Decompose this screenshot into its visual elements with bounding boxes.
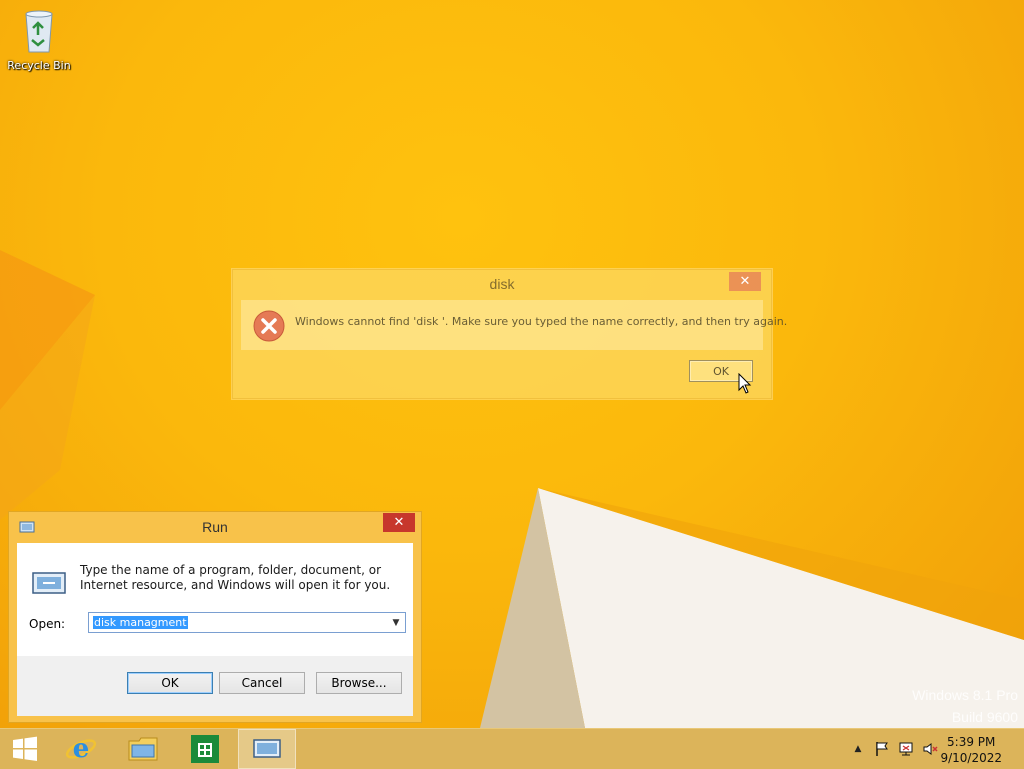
taskbar-file-explorer[interactable] <box>114 729 172 769</box>
action-center-button[interactable] <box>872 729 892 769</box>
cancel-button[interactable]: Cancel <box>219 672 305 694</box>
watermark-build: Build 9600 <box>951 709 1018 725</box>
network-button[interactable] <box>896 729 916 769</box>
run-dialog-content: Type the name of a program, folder, docu… <box>17 543 413 716</box>
start-button[interactable] <box>0 729 50 769</box>
ok-button[interactable]: OK <box>127 672 213 694</box>
error-dialog[interactable]: disk ✕ Windows cannot find 'disk '. Make… <box>232 269 787 399</box>
open-input-value[interactable]: disk managment <box>93 616 188 629</box>
error-dialog-title: disk <box>489 276 515 292</box>
run-dialog-footer: OK Cancel Browse... <box>17 656 413 716</box>
error-dialog-body: Windows cannot find 'disk '. Make sure y… <box>241 300 787 350</box>
taskbar-clock[interactable]: 5:39 PM 9/10/2022 <box>940 734 1002 766</box>
recycle-bin-icon <box>25 10 53 53</box>
run-dialog-title: Run <box>202 519 228 535</box>
network-icon <box>899 742 913 756</box>
chevron-down-icon[interactable]: ▼ <box>389 615 403 630</box>
svg-text:e: e <box>73 734 90 764</box>
run-icon <box>32 572 66 594</box>
clock-date: 9/10/2022 <box>940 751 1002 765</box>
flag-icon <box>876 742 888 756</box>
windows-watermark: Windows 8.1 Pro Build 9600 <box>912 684 1018 728</box>
show-hidden-icons-button[interactable]: ▲ <box>850 729 866 769</box>
taskbar-internet-explorer[interactable]: e <box>52 729 110 769</box>
desktop-icon-label: Recycle Bin <box>7 59 71 72</box>
mouse-cursor-icon <box>738 373 752 394</box>
chevron-up-icon: ▲ <box>854 744 862 754</box>
run-app-icon <box>253 739 281 758</box>
open-combobox[interactable]: disk managment ▼ <box>88 612 406 633</box>
run-dialog-close-button[interactable]: ✕ <box>383 513 415 532</box>
taskbar-store[interactable] <box>176 729 234 769</box>
desktop: Recycle Bin Windows 8.1 Pro Build 9600 d… <box>0 0 1024 728</box>
run-dialog[interactable]: Run ✕ Type the name of a program, folder… <box>8 511 422 723</box>
folder-icon <box>128 737 158 761</box>
desktop-icon-recycle-bin[interactable]: Recycle Bin <box>4 6 74 72</box>
taskbar-run[interactable] <box>238 729 296 769</box>
clock-time: 5:39 PM <box>947 735 996 749</box>
watermark-edition: Windows 8.1 Pro <box>912 687 1018 703</box>
browse-button[interactable]: Browse... <box>316 672 402 694</box>
open-label: Open: <box>29 617 66 631</box>
volume-muted-icon <box>923 743 938 755</box>
run-description: Type the name of a program, folder, docu… <box>80 563 391 592</box>
error-message: Windows cannot find 'disk '. Make sure y… <box>295 315 788 328</box>
error-icon <box>253 310 285 342</box>
store-icon <box>191 735 219 763</box>
taskbar: e ▲ 5:39 PM 9/10/2022 <box>0 728 1024 769</box>
internet-explorer-icon: e <box>65 734 97 764</box>
volume-button[interactable] <box>920 729 940 769</box>
windows-logo-icon <box>13 736 37 761</box>
error-dialog-close-button[interactable]: ✕ <box>729 272 761 291</box>
